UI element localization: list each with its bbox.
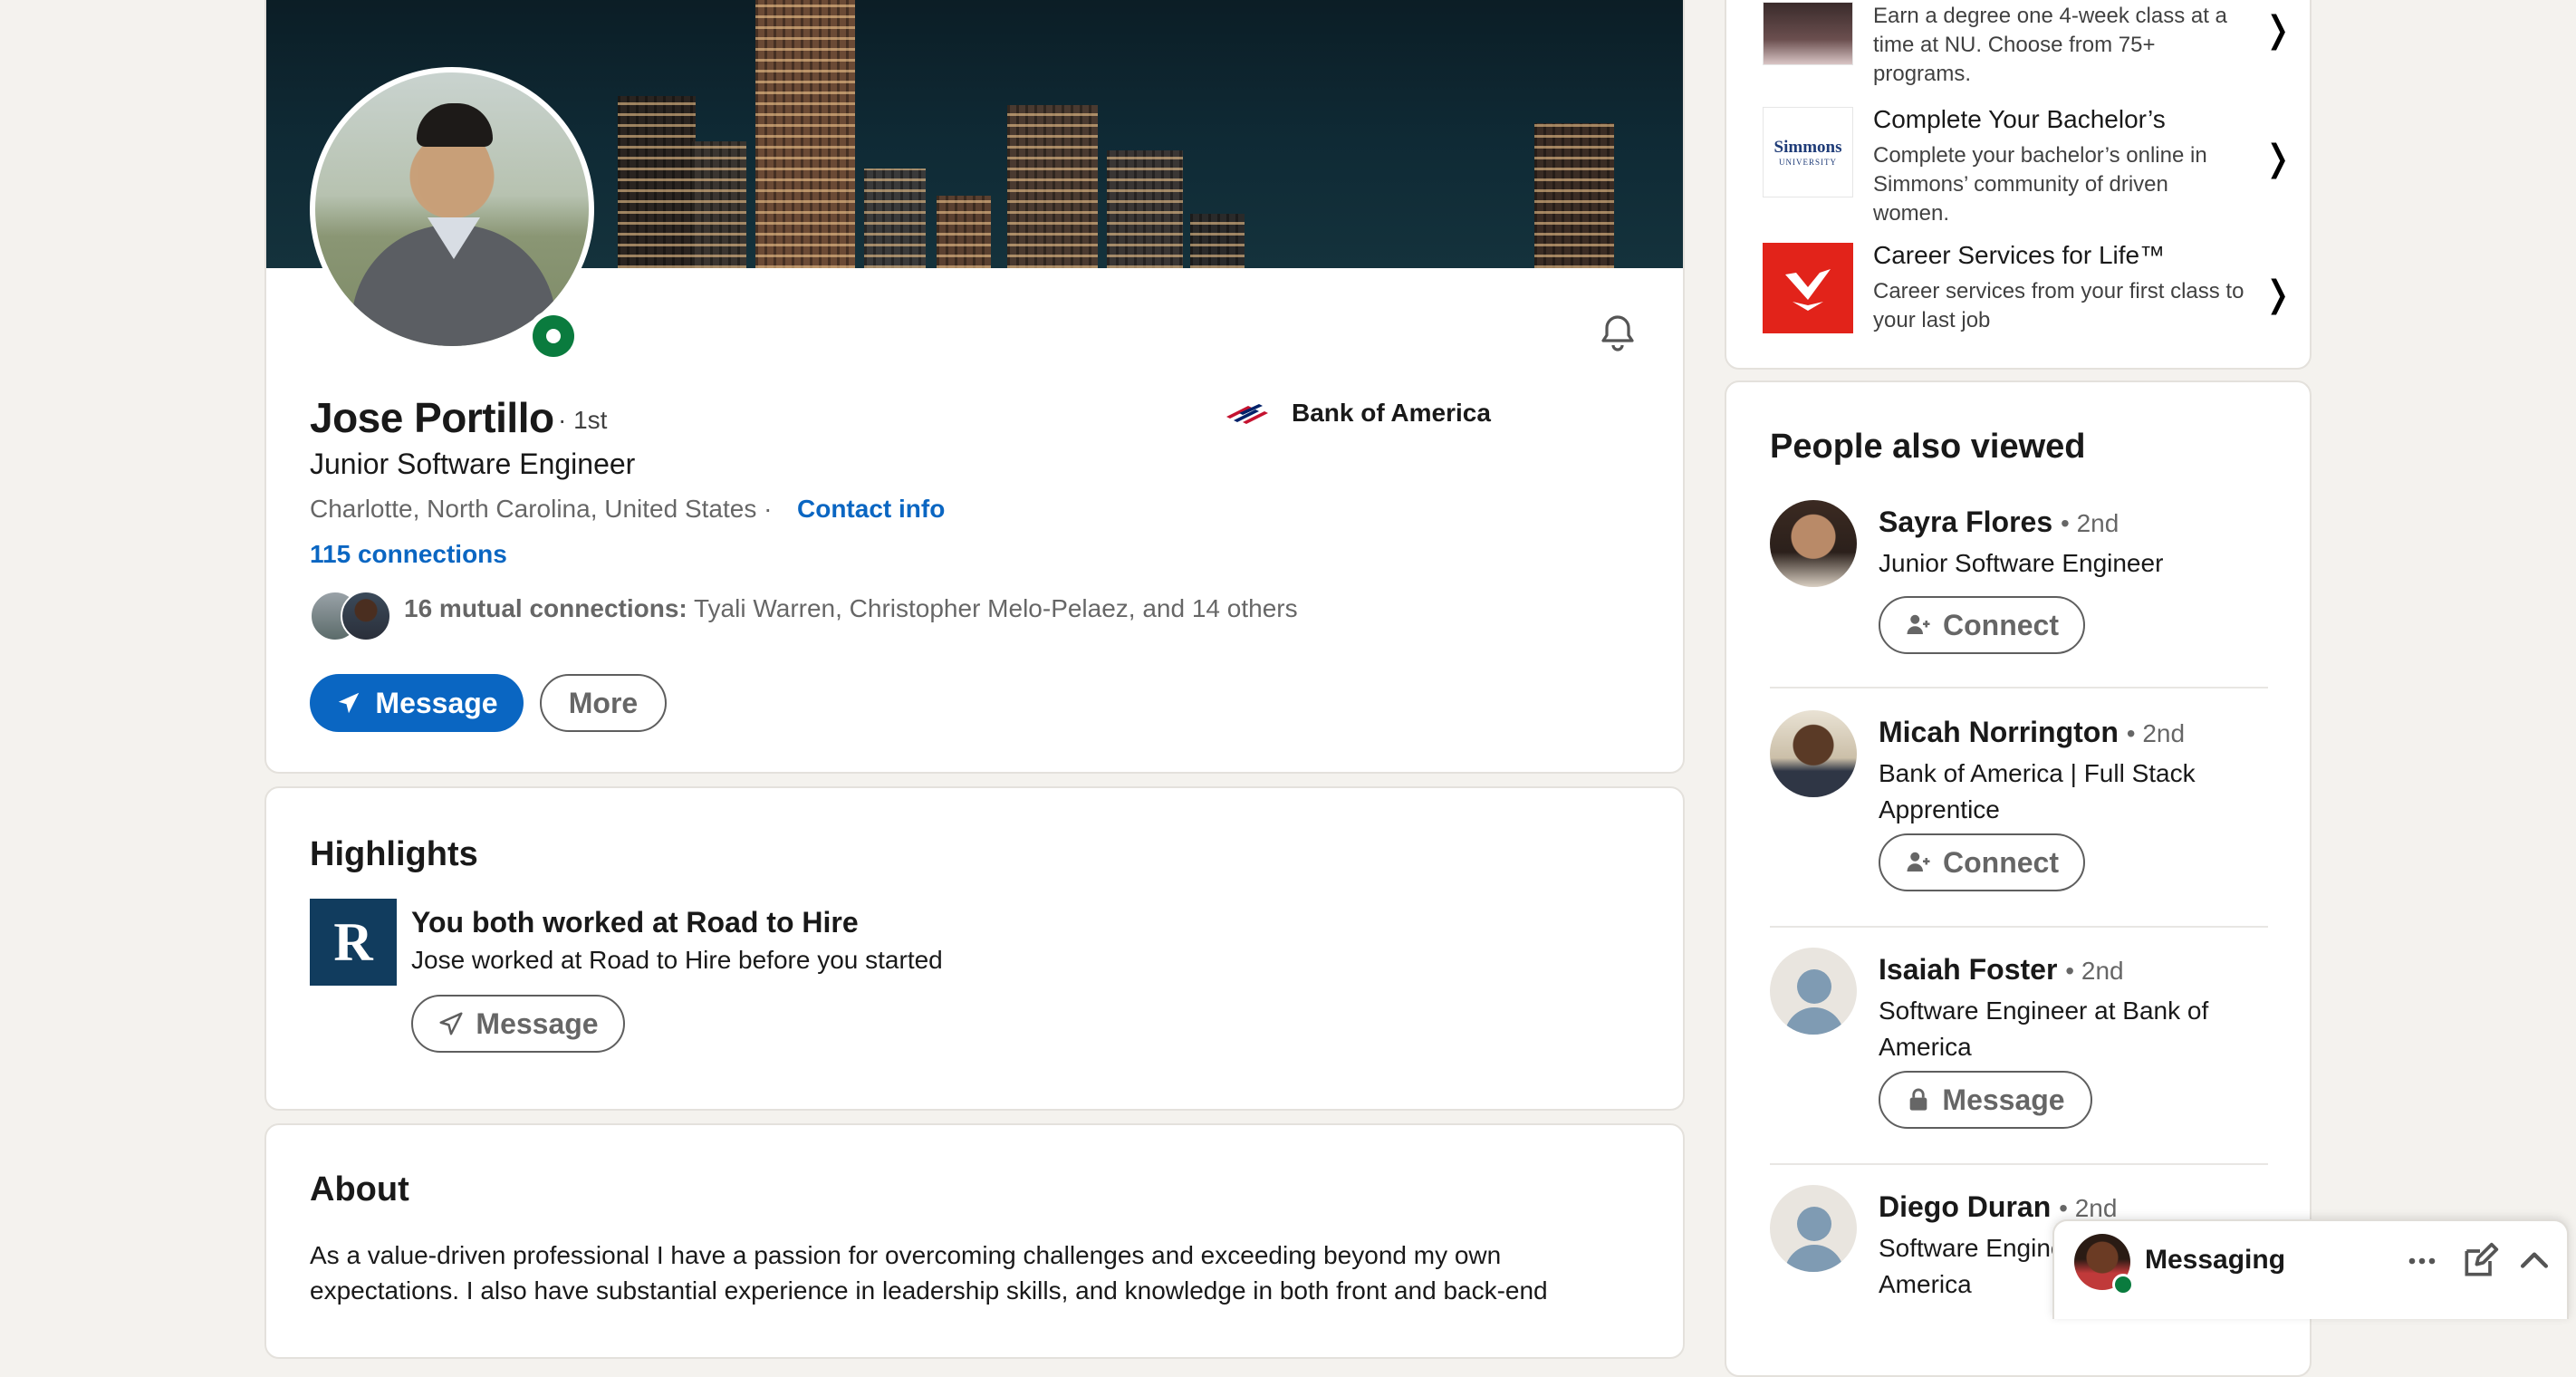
- person-avatar-placeholder[interactable]: [1770, 948, 1857, 1035]
- simmons-logo-icon: Simmons UNIVERSITY: [1763, 107, 1853, 197]
- ad-item-nu[interactable]: Earn a degree one 4-week class at a time…: [1759, 2, 2293, 91]
- profile-avatar[interactable]: [310, 67, 594, 351]
- chevron-up-icon[interactable]: [2514, 1241, 2554, 1281]
- connect-button[interactable]: Connect: [1879, 833, 2085, 891]
- person-item[interactable]: Micah Norrington • 2nd Bank of America |…: [1770, 710, 2268, 910]
- road-to-hire-logo-icon[interactable]: R: [310, 899, 397, 986]
- divider: [1770, 926, 2268, 928]
- lock-icon: [1910, 1088, 1927, 1111]
- more-options-icon[interactable]: [2402, 1241, 2442, 1281]
- messaging-label[interactable]: Messaging: [2145, 1245, 2285, 1276]
- more-button-label: More: [568, 686, 639, 719]
- profile-location: Charlotte, North Carolina, United States…: [310, 495, 773, 523]
- mutual-connections-count: 16 mutual connections:: [404, 594, 687, 622]
- ad-description: Earn a degree one 4-week class at a time…: [1873, 4, 2227, 86]
- bell-icon[interactable]: [1596, 312, 1639, 355]
- person-headline: Junior Software Engineer: [1879, 549, 2164, 577]
- about-title: About: [310, 1170, 409, 1208]
- person-avatar[interactable]: [1770, 710, 1857, 797]
- person-name[interactable]: Sayra Flores • 2nd: [1879, 506, 2119, 539]
- about-card: About As a value-driven professional I h…: [264, 1123, 1685, 1359]
- career-services-logo-icon: [1763, 243, 1853, 333]
- add-person-icon: [1907, 852, 1930, 871]
- about-text: As a value-driven professional I have a …: [310, 1241, 1548, 1305]
- person-headline: Bank of America | Full Stack Apprentice: [1879, 759, 2196, 823]
- divider: [1770, 1163, 2268, 1165]
- highlights-title: Highlights: [310, 835, 478, 873]
- highlight-subtitle: Jose worked at Road to Hire before you s…: [411, 946, 943, 974]
- contact-info-link[interactable]: Contact info: [797, 495, 945, 524]
- send-icon: [339, 692, 360, 714]
- highlight-message-button[interactable]: Message: [411, 995, 625, 1053]
- message-button-label: Message: [375, 686, 498, 719]
- person-name[interactable]: Micah Norrington • 2nd: [1879, 716, 2185, 749]
- highlights-card: Highlights R You both worked at Road to …: [264, 786, 1685, 1111]
- connection-degree: · 1st: [558, 406, 608, 434]
- people-also-viewed-title: People also viewed: [1770, 428, 2086, 466]
- person-item[interactable]: Sayra Flores • 2nd Junior Software Engin…: [1770, 500, 2268, 672]
- person-avatar[interactable]: [1770, 500, 1857, 587]
- chevron-right-icon: ❭: [2263, 274, 2293, 314]
- person-avatar-placeholder[interactable]: [1770, 1185, 1857, 1272]
- profile-headline: Junior Software Engineer: [310, 448, 636, 480]
- ad-item-simmons[interactable]: Simmons UNIVERSITY Complete Your Bachelo…: [1759, 105, 2293, 226]
- ad-item-career-services[interactable]: Career Services for Life™ Career service…: [1759, 241, 2293, 341]
- chevron-right-icon: ❭: [2263, 10, 2293, 50]
- send-icon: [439, 1012, 463, 1035]
- message-button-locked[interactable]: Message: [1879, 1071, 2092, 1129]
- current-company-name[interactable]: Bank of America: [1292, 399, 1491, 428]
- highlight-title: You both worked at Road to Hire: [411, 906, 859, 939]
- mutual-connections-avatars[interactable]: [310, 589, 397, 641]
- profile-name: Jose Portillo: [310, 394, 554, 441]
- person-item[interactable]: Isaiah Foster • 2nd Software Engineer at…: [1770, 948, 2268, 1147]
- person-name[interactable]: Isaiah Foster • 2nd: [1879, 953, 2124, 987]
- ad-description: Career services from your first class to…: [1873, 279, 2244, 332]
- more-button[interactable]: More: [540, 674, 667, 732]
- connect-button[interactable]: Connect: [1879, 596, 2085, 654]
- profile-card: Jose Portillo · 1st Junior Software Engi…: [264, 0, 1685, 774]
- divider: [1770, 687, 2268, 688]
- person-headline: Software Engineer at Bank of America: [1879, 997, 2209, 1061]
- sponsored-programs-card: Earn a degree one 4-week class at a time…: [1725, 0, 2312, 370]
- mutual-connections-text[interactable]: 16 mutual connections: Tyali Warren, Chr…: [404, 594, 1298, 623]
- online-status-indicator: [2112, 1274, 2134, 1295]
- ad-title: Career Services for Life™: [1873, 241, 2166, 269]
- ad-description: Complete your bachelor’s online in Simmo…: [1873, 143, 2207, 226]
- ad-image: [1763, 2, 1853, 65]
- compose-icon[interactable]: [2460, 1241, 2500, 1281]
- mutual-connections-names: Tyali Warren, Christopher Melo-Pelaez, a…: [694, 594, 1298, 622]
- chevron-right-icon: ❭: [2263, 139, 2293, 178]
- online-status-indicator: [527, 310, 580, 362]
- message-button[interactable]: Message: [310, 674, 524, 732]
- add-person-icon: [1907, 614, 1930, 634]
- highlight-message-label: Message: [476, 1006, 599, 1040]
- connections-link[interactable]: 115 connections: [310, 540, 507, 569]
- bank-of-america-logo-icon[interactable]: [1221, 397, 1274, 429]
- ad-title: Complete Your Bachelor’s: [1873, 105, 2166, 133]
